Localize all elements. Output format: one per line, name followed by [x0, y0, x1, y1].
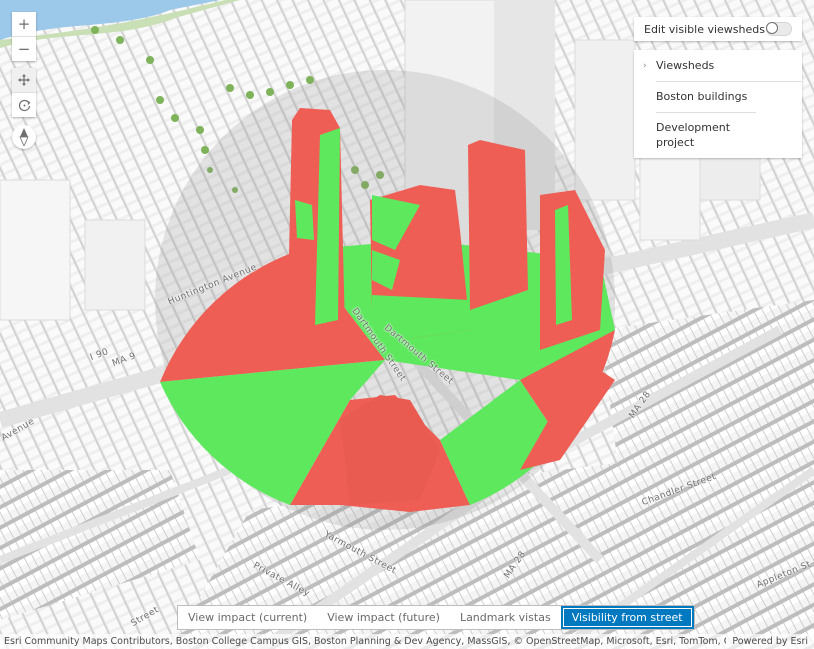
- compass-icon: [19, 128, 29, 146]
- tab-view-impact-current[interactable]: View impact (current): [178, 606, 317, 629]
- toggle-knob: [766, 22, 778, 34]
- scenario-tabs: View impact (current) View impact (futur…: [177, 605, 695, 630]
- powered-by-esri-link[interactable]: Powered by Esri: [726, 636, 814, 647]
- attribution-bar: Esri Community Maps Contributors, Boston…: [0, 634, 814, 649]
- compass-button[interactable]: [12, 125, 36, 149]
- layer-label: Boston buildings: [656, 90, 748, 103]
- layer-item-development-project[interactable]: Development project: [634, 112, 756, 158]
- pan-button[interactable]: [12, 68, 36, 92]
- chevron-right-icon[interactable]: ›: [643, 59, 647, 74]
- plus-icon: +: [17, 14, 31, 33]
- layer-item-viewsheds[interactable]: › Viewsheds: [634, 50, 802, 81]
- zoom-in-button[interactable]: +: [12, 12, 36, 36]
- edit-viewsheds-toggle[interactable]: [766, 22, 792, 36]
- tab-visibility-from-street[interactable]: Visibility from street: [560, 606, 694, 629]
- edit-viewsheds-panel: Edit visible viewsheds: [634, 17, 802, 41]
- layer-label: Viewsheds: [656, 59, 715, 72]
- tab-landmark-vistas[interactable]: Landmark vistas: [450, 606, 561, 629]
- navigation-mode-controls: [12, 68, 36, 117]
- zoom-out-button[interactable]: −: [12, 36, 36, 61]
- rotate-icon: [18, 99, 30, 111]
- zoom-controls: + −: [12, 12, 36, 61]
- tab-view-impact-future[interactable]: View impact (future): [317, 606, 450, 629]
- layer-item-boston-buildings[interactable]: Boston buildings: [634, 81, 802, 112]
- layer-label: Development project: [656, 121, 731, 149]
- layer-list: › Viewsheds Boston buildings Development…: [634, 50, 802, 158]
- minus-icon: −: [17, 39, 31, 58]
- attribution-text[interactable]: Esri Community Maps Contributors, Boston…: [0, 636, 726, 647]
- rotate-button[interactable]: [12, 92, 36, 117]
- move-icon: [18, 74, 30, 86]
- edit-viewsheds-label: Edit visible viewsheds: [644, 22, 765, 36]
